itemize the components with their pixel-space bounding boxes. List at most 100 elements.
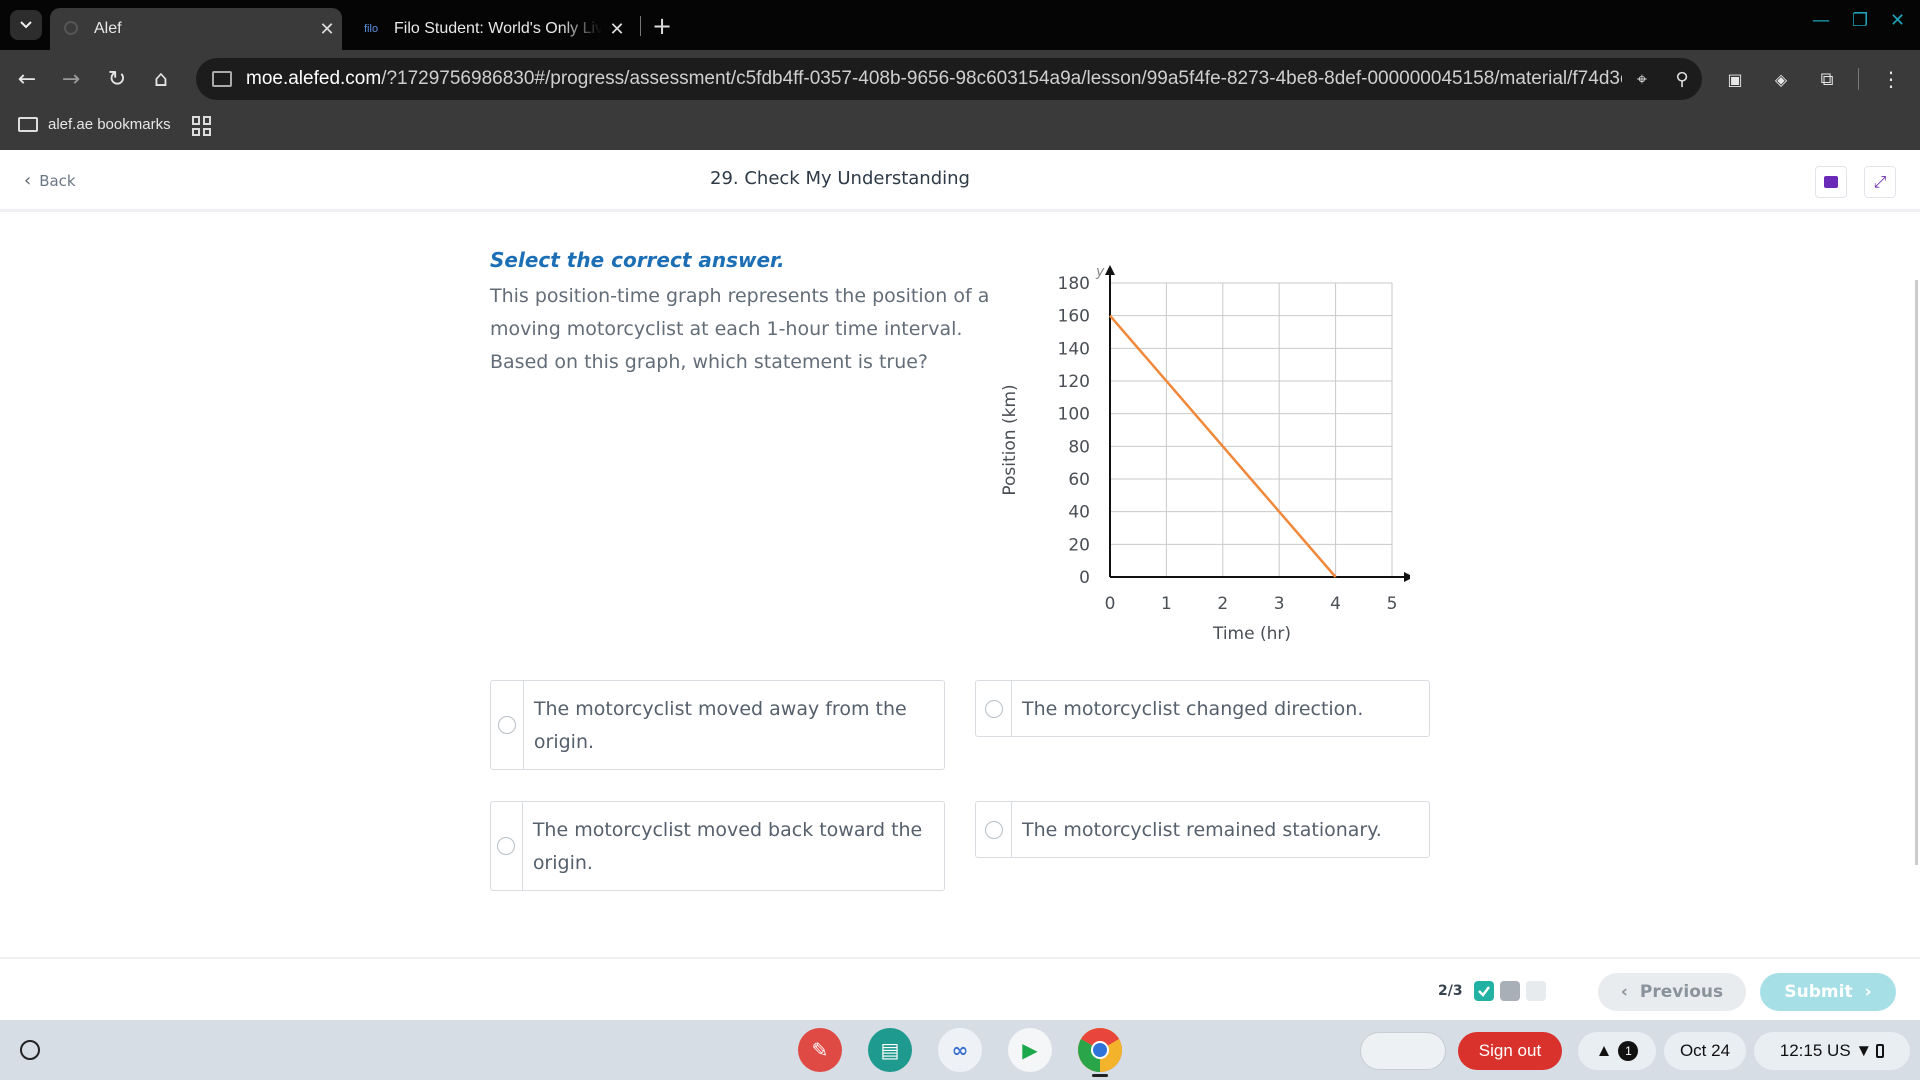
tab-alef[interactable]: Alef ✕	[50, 8, 342, 50]
site-info-icon[interactable]	[212, 71, 232, 87]
choice-text: The motorcyclist moved back toward the o…	[532, 819, 923, 874]
apps-grid-icon[interactable]	[192, 116, 212, 136]
notification-center-button[interactable]: ▲ 1	[1578, 1032, 1656, 1070]
canvas-app-icon[interactable]: ✎	[798, 1028, 842, 1072]
home-icon[interactable]: ⌂	[146, 64, 176, 94]
location-pin-icon[interactable]: ⌖	[1622, 69, 1662, 90]
y-tick-label: 0	[1079, 568, 1090, 588]
radio-button[interactable]	[984, 820, 1003, 839]
x-axis-label: Time (hr)	[1212, 624, 1291, 644]
tab-title: Filo Student: World's Only Live Instant	[394, 20, 602, 37]
close-window-icon[interactable]: ✕	[1890, 10, 1905, 31]
sign-out-button[interactable]: Sign out	[1458, 1032, 1562, 1070]
tab-search-button[interactable]	[10, 10, 42, 40]
system-tray-button[interactable]: 12:15 US ▼	[1754, 1032, 1910, 1070]
radio-cell	[976, 681, 1012, 736]
forward-arrow-icon[interactable]: →	[56, 64, 86, 94]
clock-time: 12:15	[1779, 1041, 1823, 1060]
answer-choice-4[interactable]: The motorcyclist remained stationary.	[975, 801, 1430, 858]
extension-icon[interactable]: ◈	[1766, 64, 1796, 94]
choice-text: The motorcyclist moved away from the ori…	[533, 698, 907, 753]
question-2-status[interactable]	[1500, 981, 1520, 1001]
puzzle-extensions-icon[interactable]: ⧉	[1812, 64, 1842, 94]
reload-icon[interactable]: ↻	[102, 64, 132, 94]
address-bar[interactable]: moe.alefed.com/?1729756986830#/progress/…	[196, 58, 1702, 100]
submit-button[interactable]: Submit ›	[1760, 973, 1896, 1011]
active-app-indicator	[1092, 1074, 1108, 1077]
more-menu-icon[interactable]: ⋮	[1876, 64, 1906, 94]
extension-printer-icon[interactable]: ▣	[1720, 64, 1750, 94]
scrollbar[interactable]	[1915, 280, 1918, 865]
radio-button[interactable]	[984, 699, 1003, 718]
folder-icon	[18, 117, 38, 132]
close-tab-icon[interactable]: ✕	[312, 19, 342, 40]
alef-favicon-icon	[64, 20, 84, 38]
y-tick-label: 20	[1068, 535, 1090, 555]
tote-thumbnail[interactable]	[1360, 1032, 1446, 1070]
y-tick-label: 140	[1058, 339, 1090, 359]
fullscreen-button[interactable]: ⤢	[1864, 166, 1896, 198]
answer-choice-2[interactable]: The motorcyclist changed direction.	[975, 680, 1430, 737]
page-title: 29. Check My Understanding	[710, 168, 970, 189]
x-tick-label: 4	[1330, 594, 1341, 614]
battery-icon	[1876, 1044, 1885, 1058]
back-arrow-icon[interactable]: ←	[12, 64, 42, 94]
glossary-button[interactable]	[1815, 166, 1847, 198]
question-instruction: Select the correct answer.	[490, 248, 785, 272]
y-axis-letter: y	[1095, 264, 1105, 280]
restore-icon[interactable]: ❐	[1852, 10, 1868, 31]
radio-cell	[976, 802, 1012, 857]
toolbar-divider	[1858, 68, 1859, 90]
submit-label: Submit	[1784, 982, 1853, 1002]
y-tick-label: 120	[1058, 372, 1090, 392]
x-tick-label: 2	[1217, 594, 1228, 614]
choice-text: The motorcyclist changed direction.	[1022, 698, 1364, 720]
connect-app-icon[interactable]: ∞	[938, 1028, 982, 1072]
question-3-status[interactable]	[1526, 981, 1546, 1001]
choice-text: The motorcyclist remained stationary.	[1022, 819, 1382, 841]
classroom-app-icon[interactable]: ▤	[868, 1028, 912, 1072]
url-text[interactable]: moe.alefed.com/?1729756986830#/progress/…	[246, 68, 1622, 90]
y-tick-label: 60	[1068, 470, 1090, 490]
previous-button[interactable]: ‹ Previous	[1598, 973, 1746, 1011]
minimize-icon[interactable]: —	[1812, 10, 1830, 31]
browser-tab-bar: Alef ✕ filo Filo Student: World's Only L…	[0, 0, 1920, 50]
x-tick-label: 5	[1387, 594, 1398, 614]
chevron-left-icon: ‹	[1620, 982, 1628, 1002]
y-axis-label: Position (km)	[1000, 384, 1020, 495]
x-tick-label: 3	[1274, 594, 1285, 614]
bookmarks-bar: alef.ae bookmarks	[0, 108, 1920, 150]
radio-button[interactable]	[497, 837, 516, 855]
x-axis-letter: x	[1409, 571, 1410, 587]
filo-favicon-icon: filo	[364, 23, 379, 35]
radio-cell	[491, 681, 524, 769]
launcher-icon[interactable]	[20, 1040, 40, 1060]
tab-filo[interactable]: filo Filo Student: World's Only Live Ins…	[350, 8, 632, 50]
question-1-status-checked-icon[interactable]	[1474, 981, 1494, 1001]
assessment-footer: 2/3 ‹ Previous Submit ›	[0, 957, 1920, 1020]
y-tick-label: 40	[1068, 503, 1090, 523]
bookmark-folder-alef[interactable]: alef.ae bookmarks	[18, 116, 171, 133]
play-store-icon[interactable]: ▶	[1008, 1028, 1052, 1072]
wifi-icon: ▼	[1855, 1041, 1873, 1060]
y-tick-label: 100	[1058, 405, 1090, 425]
new-tab-icon[interactable]: +	[652, 12, 672, 40]
zoom-icon[interactable]: ⚲	[1662, 69, 1702, 90]
radio-cell	[491, 802, 523, 890]
expand-icon: ⤢	[1873, 172, 1887, 191]
question-prompt: This position-time graph represents the …	[490, 285, 990, 373]
radio-button[interactable]	[497, 716, 516, 734]
chrome-icon[interactable]	[1078, 1028, 1122, 1072]
answer-choice-1[interactable]: The motorcyclist moved away from the ori…	[490, 680, 945, 770]
bookmark-folder-label: alef.ae bookmarks	[48, 116, 171, 133]
previous-label: Previous	[1639, 982, 1724, 1002]
notification-count: 1	[1618, 1041, 1639, 1061]
browser-toolbar: ← → ↻ ⌂ moe.alefed.com/?1729756986830#/p…	[0, 50, 1920, 108]
y-tick-label: 160	[1058, 307, 1090, 327]
answer-choice-3[interactable]: The motorcyclist moved back toward the o…	[490, 801, 945, 891]
date-button[interactable]: Oct 24	[1664, 1032, 1746, 1070]
close-tab-icon[interactable]: ✕	[602, 19, 632, 40]
x-tick-label: 0	[1105, 594, 1116, 614]
y-tick-label: 180	[1058, 274, 1090, 294]
lesson-header: ‹ Back 29. Check My Understanding ⤢	[0, 150, 1920, 212]
